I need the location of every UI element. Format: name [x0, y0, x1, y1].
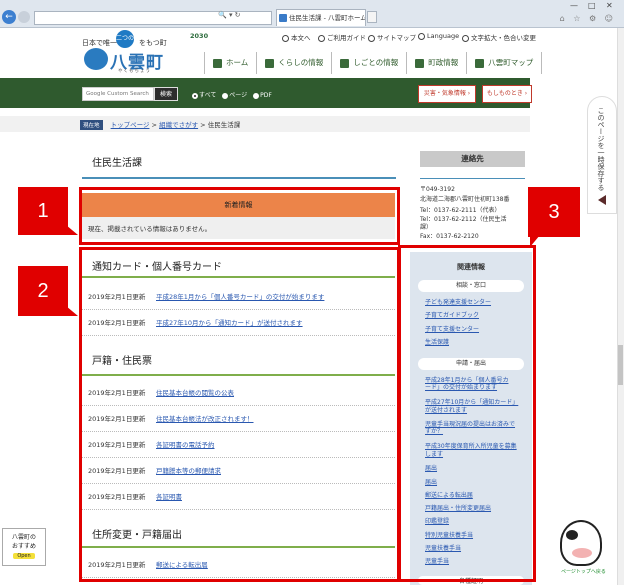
current-location-badge: 現在地 — [80, 120, 103, 130]
forward-button[interactable] — [18, 11, 30, 23]
nav-home[interactable]: ホーム — [204, 52, 256, 74]
minimize-button[interactable]: — — [570, 1, 578, 10]
breadcrumb-separator: > — [151, 121, 157, 129]
page-top-link[interactable]: ページトップへ戻る — [561, 568, 606, 575]
building-icon — [415, 58, 425, 68]
title-divider — [82, 177, 396, 179]
contact-fax: Fax：0137-62-2120 — [420, 233, 479, 240]
logo-bubble: 二つの海 — [116, 30, 134, 60]
breadcrumb-current: 住民生活課 — [207, 121, 241, 129]
arrow-left-icon[interactable] — [598, 195, 606, 205]
contact-heading: 連絡先 — [420, 151, 525, 167]
mascot-spot — [566, 530, 578, 540]
tab-title: 住民生活課 - 八雲町ホームペ... — [289, 14, 365, 22]
nav-work[interactable]: しごとの情報 — [331, 52, 406, 74]
year-2030-badge: 2030 — [190, 32, 209, 40]
main-nav: ホーム くらしの情報 しごとの情報 町政情報 八雲町マップ — [204, 52, 543, 74]
contact-divider — [420, 178, 525, 179]
contact-address: 北海道二海郡八雲町住初町138番 — [420, 196, 510, 203]
radio-page[interactable] — [222, 92, 229, 99]
family-icon — [265, 58, 275, 68]
address-tools[interactable]: 🔍 ▾ ↻ — [218, 11, 241, 19]
breadcrumb: 現在地 トップページ > 組織でさがす > 住民生活課 — [80, 119, 240, 130]
arrow-icon — [282, 34, 289, 42]
logo-kana: やくもちょう — [118, 69, 151, 74]
recommend-title: 八雲町の — [11, 534, 36, 541]
scrollbar-thumb[interactable] — [618, 345, 623, 385]
emergency-button[interactable]: もしものとき › — [482, 85, 532, 103]
text-size-icon — [462, 34, 469, 42]
map-icon — [475, 58, 485, 68]
search-button[interactable]: 検索 — [154, 87, 178, 101]
question-icon — [318, 34, 325, 42]
annotation-badge-1: 1 — [18, 187, 78, 235]
user-guide-link[interactable]: ご利用ガイド — [318, 32, 366, 42]
search-input[interactable]: Google Custom Search — [82, 87, 154, 101]
skip-to-content-link[interactable]: 本文へ — [282, 32, 311, 42]
close-window-button[interactable]: ✕ — [606, 1, 613, 10]
maximize-button[interactable]: □ — [588, 1, 596, 10]
browser-tab[interactable]: 住民生活課 - 八雲町ホームペ... — [276, 9, 366, 26]
nav-living[interactable]: くらしの情報 — [256, 52, 331, 74]
browser-toolbar-icons[interactable]: ⌂ ☆ ⚙ ☺ — [560, 14, 616, 23]
sitemap-icon — [368, 34, 375, 42]
favicon-icon — [279, 14, 287, 22]
annotation-badge-2: 2 — [18, 266, 78, 316]
new-tab-button[interactable] — [367, 11, 377, 23]
radio-all[interactable] — [192, 92, 198, 99]
globe-icon — [418, 32, 425, 40]
home-icon — [213, 58, 222, 68]
contact-postal: 〒049-3192 — [420, 186, 455, 193]
page-title: 住民生活課 — [92, 158, 142, 169]
mascot-icon[interactable] — [560, 520, 602, 566]
back-button[interactable]: ← — [2, 10, 16, 24]
contact-tel-main: Tel：0137-62-2111（代表） — [420, 207, 501, 214]
disaster-info-button[interactable]: 災害・気象情報 › — [418, 85, 476, 103]
annotation-box-1 — [79, 187, 400, 245]
radio-pdf[interactable] — [253, 92, 260, 99]
search-scope-options: すべて ページ PDF — [188, 90, 272, 99]
breadcrumb-separator: > — [200, 121, 206, 129]
recommend-title-2: おすすめ — [11, 543, 36, 550]
nav-town-admin[interactable]: 町政情報 — [406, 52, 466, 74]
sitemap-link[interactable]: サイトマップ — [368, 32, 416, 42]
text-size-color-link[interactable]: 文字拡大・色合い変更 — [462, 32, 536, 42]
briefcase-icon — [340, 58, 350, 68]
contact-tel-dept-cont: 課） — [420, 224, 433, 231]
mascot-nose — [572, 548, 592, 558]
breadcrumb-top[interactable]: トップページ — [111, 121, 150, 129]
recommend-widget[interactable]: 八雲町の おすすめ Open — [2, 528, 46, 566]
breadcrumb-organization[interactable]: 組織でさがす — [159, 121, 198, 129]
recommend-open-button[interactable]: Open — [13, 553, 35, 559]
town-logo-icon[interactable] — [84, 48, 108, 70]
language-link[interactable]: Language — [418, 32, 459, 40]
annotation-badge-3: 3 — [528, 187, 580, 247]
contact-tel-dept: Tel：0137-62-2112（住民生活 — [420, 216, 507, 223]
annotation-box-2 — [79, 247, 400, 582]
scrollbar[interactable] — [617, 28, 624, 585]
nav-town-map[interactable]: 八雲町マップ — [466, 52, 543, 74]
annotation-box-3 — [398, 245, 536, 582]
